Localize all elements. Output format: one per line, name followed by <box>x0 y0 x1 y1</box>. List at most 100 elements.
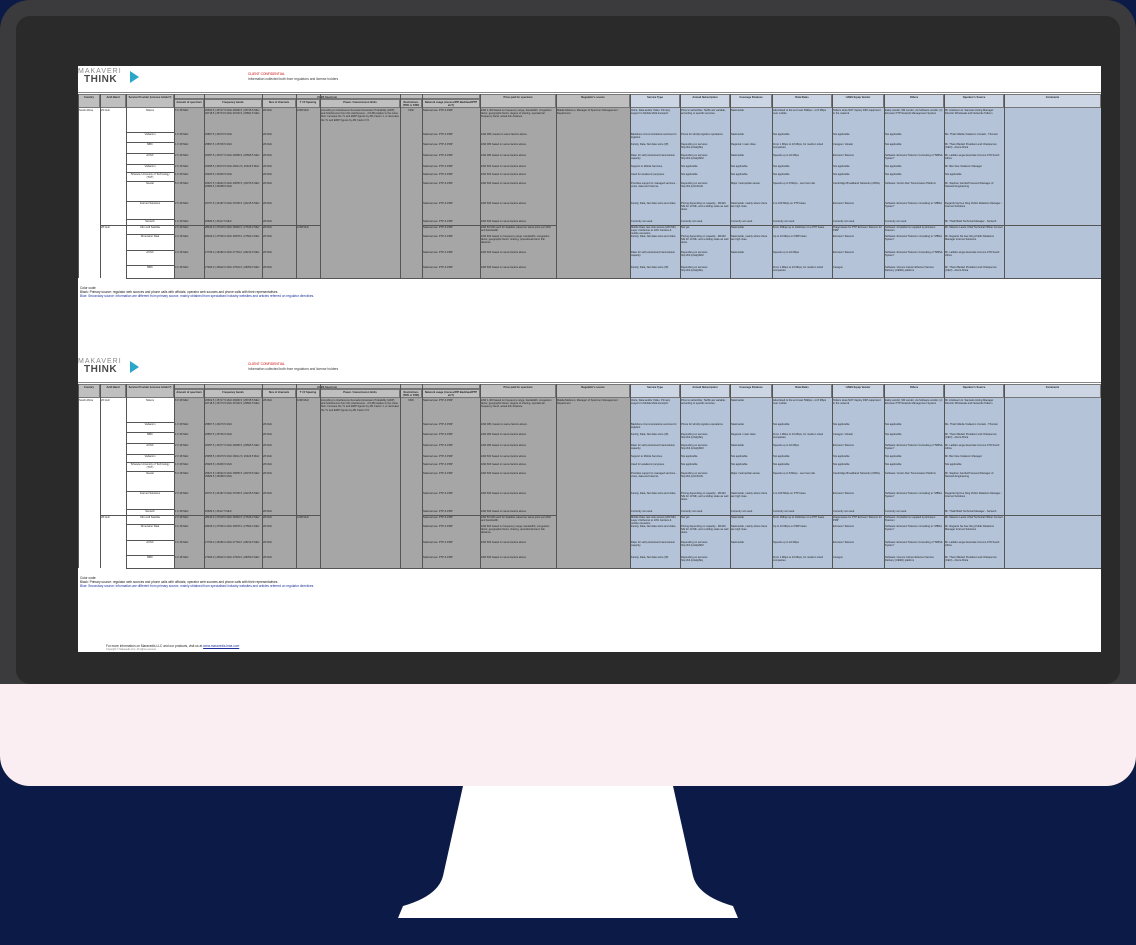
table-cell-comments[interactable] <box>1004 443 1101 454</box>
power-limits-cell: According to interference Scenario Downt… <box>320 398 400 568</box>
column-divider <box>100 94 101 278</box>
table-cell-coverage: Nationwide <box>730 398 772 422</box>
table-cell-comments[interactable] <box>1004 454 1101 462</box>
table-cell-spacing <box>296 142 320 153</box>
table-cell-freq: 27766.0 | 28182.0 MHz 27794.0 | 28210.0 … <box>204 540 262 555</box>
table-cell-vendor: Not applicable <box>832 462 884 471</box>
table-cell-spacing <box>296 265 320 278</box>
table-cell-spacing <box>296 491 320 509</box>
table-cell-coverage: Nationwide <box>730 443 772 454</box>
table-cell-network: National use: PTP & PMP <box>422 153 480 164</box>
table-cell-provider: Neotel <box>146 472 154 475</box>
header-regulator: Regulator's source <box>556 94 630 108</box>
table-cell-operator: Mr. Thami Bedezi President and Chairpers… <box>944 555 1004 568</box>
report-subtitle: Information collected both from regulato… <box>248 367 339 371</box>
table-cell-spacing <box>296 432 320 443</box>
column-divider <box>126 384 127 568</box>
table-cell-comments[interactable] <box>1004 181 1101 201</box>
table-cell-comments[interactable] <box>1004 132 1101 142</box>
table-cell-amount: 2 X 28 MHz <box>174 225 204 234</box>
table-cell-amount: 4 X 28 MHz <box>174 250 204 265</box>
table-cell-comments[interactable] <box>1004 172 1101 181</box>
table-cell-network: National use: PTP & PMP <box>422 181 480 201</box>
table-cell-freq: 25767.5 | 26187.5 MHz 25795.5 | 26215.5 … <box>204 491 262 509</box>
header-restrictions: Restrictions (TDD or FDD) <box>400 389 422 398</box>
column-divider <box>832 384 833 568</box>
table-cell-subscription: Pricing depending on capacity - ZR140 S/… <box>680 201 730 219</box>
table-cell-spacing: 1008 MHz <box>296 398 320 422</box>
table-cell-freq: 25897.5 | 25745.5 MHz <box>204 142 262 153</box>
table-cell-others: Not applicable <box>884 454 944 462</box>
table-cell-subscription: Depending on services http://bit.ly/1aQZ… <box>680 265 730 278</box>
table-cell-datarate: 4 to 150 Mbps on PTP basis. <box>772 201 832 219</box>
table-cell-channels: 28 MHz <box>262 524 296 540</box>
column-divider <box>262 94 263 278</box>
column-divider <box>884 384 885 568</box>
table-cell-price: ZAR 600 based on frequency range, bandwi… <box>480 524 556 540</box>
table-cell-service: Family, Data, Net data voice (IP). <box>630 555 680 568</box>
table-cell-coverage: Nationwide, mainly where there are high … <box>730 201 772 219</box>
table-cell-comments[interactable] <box>1004 234 1101 250</box>
table-cell-amount: 1 X 28 MHz <box>174 142 204 153</box>
table-cell-comments[interactable] <box>1004 108 1101 132</box>
table-cell-service: Backbone Communications services for log… <box>630 132 680 142</box>
brand-arrow-icon <box>130 71 139 83</box>
table-cell-channels: 28 MHz <box>262 471 296 491</box>
footer-link[interactable]: www.maravedis-bwa.com <box>203 644 239 648</box>
table-cell-datarate: Not applicable <box>772 454 832 462</box>
table-cell-comments[interactable] <box>1004 540 1101 555</box>
table-cell-comments[interactable] <box>1004 250 1101 265</box>
table-cell-comments[interactable] <box>1004 164 1101 172</box>
table-cell-others: Not applicable <box>884 142 944 153</box>
table-cell-comments[interactable] <box>1004 265 1101 278</box>
table-cell-channels: 28 MHz <box>262 153 296 164</box>
table-cell-provider: ACSC <box>146 154 154 157</box>
table-cell-comments[interactable] <box>1004 422 1101 432</box>
table-cell-comments[interactable] <box>1004 515 1101 524</box>
table-cell-datarate: From 1 Mbps to 10 Mbps, for medium sized… <box>772 432 832 443</box>
table-cell-price: ZAR 600 based on same factors above. <box>480 172 556 181</box>
column-divider <box>296 384 297 568</box>
column-divider <box>730 94 731 278</box>
table-cell-others: Software: Ericsson/ Telecom Consulting o… <box>884 443 944 454</box>
table-cell-freq: 25897.5 | 25745.5 MHz <box>204 432 262 443</box>
table-cell-comments[interactable] <box>1004 462 1101 471</box>
header-divider <box>78 382 1101 383</box>
table-cell-comments[interactable] <box>1004 225 1101 234</box>
table-cell-comments[interactable] <box>1004 471 1101 491</box>
table-cell-amount: 1 X 28 MHz <box>174 432 204 443</box>
table-cell-spacing <box>296 164 320 172</box>
table-cell-comments[interactable] <box>1004 555 1101 568</box>
table-cell-comments[interactable] <box>1004 142 1101 153</box>
table-cell-service: Data: for self provisioned transmission … <box>630 443 680 454</box>
table-cell-comments[interactable] <box>1004 153 1101 164</box>
header-others: Others <box>884 384 944 398</box>
table-cell-comments[interactable] <box>1004 491 1101 509</box>
table-cell-spacing: 1008 MHz <box>296 108 320 132</box>
table-cell-coverage: Major metropolitan areas <box>730 181 772 201</box>
table-cell-comments[interactable] <box>1004 432 1101 443</box>
table-cell-network: National use: PTP & PMP <box>422 540 480 555</box>
table-cell-service: Family, Data, Net data voice and video. <box>630 491 680 509</box>
table-cell-spacing <box>296 201 320 219</box>
table-cell-coverage: Nationwide <box>730 540 772 555</box>
table-cell-comments[interactable] <box>1004 524 1101 540</box>
table-cell-freq: 26662.5 | 25717.5 MHz 26690.5 | 25745.5 … <box>204 398 262 422</box>
table-cell-comments[interactable] <box>1004 201 1101 219</box>
header-regulator: Regulator's source <box>556 384 630 398</box>
header-comments: Comments <box>1004 384 1101 398</box>
table-cell-vendor: Not applicable <box>832 164 884 172</box>
table-cell-datarate: Speeds up to 8 Mbps - over last mile <box>772 181 832 201</box>
table-cell-subscription: Depending on services http://bit.ly/1CKG… <box>680 471 730 491</box>
brand-logo-line2: THINK <box>84 364 118 375</box>
table-cell-freq: 25627.5 | 26042.5 MHz 25655.5 | 26070.5 … <box>204 471 262 491</box>
column-divider <box>1004 384 1005 568</box>
table-cell-comments[interactable] <box>1004 398 1101 422</box>
confidential-label: CLIENT CONFIDENTIAL <box>248 72 285 76</box>
spreadsheet-document[interactable]: MAKAVERI THINK CLIENT CONFIDENTIAL Informat… <box>78 66 1101 652</box>
table-cell-operator: Mr. Stephen Gerrikoff General Manager of… <box>944 471 1004 491</box>
table-cell-others: Not applicable <box>884 172 944 181</box>
table-cell-amount: 4 X 28 MHz <box>174 265 204 278</box>
table-cell-network: National use: PTP & PMP <box>422 491 480 509</box>
table-cell-operator: Mr. Regards Ne Kee Ning Public Relations… <box>944 234 1004 250</box>
